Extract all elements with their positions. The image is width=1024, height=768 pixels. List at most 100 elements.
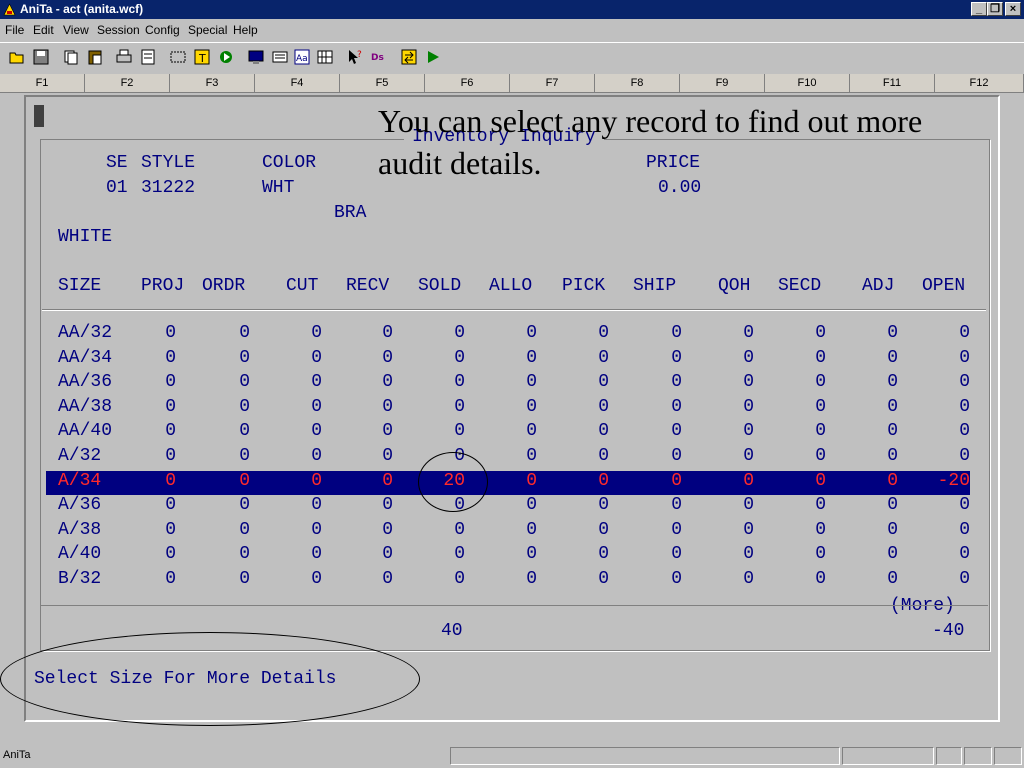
cell-ordr: 0: [239, 519, 250, 540]
cell-qoh: 0: [743, 446, 754, 466]
fkey-f9[interactable]: F9: [680, 74, 765, 92]
run-icon[interactable]: [216, 47, 236, 67]
fkey-f7[interactable]: F7: [510, 74, 595, 92]
cell-size[interactable]: AA/38: [58, 397, 112, 417]
cell-proj: 0: [165, 421, 176, 442]
style-value: 31222: [141, 178, 196, 198]
table-row[interactable]: B/32 0 0 0 0 0 0 0 0 0 0 0 0: [46, 569, 970, 593]
anita-app-icon[interactable]: [3, 3, 16, 16]
cell-cut: 0: [311, 544, 322, 565]
cell-open: 0: [959, 519, 970, 540]
menu-file[interactable]: File: [5, 23, 24, 37]
color-label: COLOR: [262, 153, 317, 173]
svg-text:T: T: [198, 52, 206, 65]
table-row[interactable]: AA/38 0 0 0 0 0 0 0 0 0 0 0 0: [46, 397, 970, 421]
minimize-button[interactable]: _: [971, 2, 987, 16]
table-row[interactable]: A/40 0 0 0 0 0 0 0 0 0 0 0 0: [46, 544, 970, 568]
cell-proj: 0: [165, 323, 176, 343]
fkey-f3[interactable]: F3: [170, 74, 255, 92]
annotation-text: You can select any record to find out mo…: [378, 103, 923, 181]
close-button[interactable]: ×: [1005, 2, 1021, 16]
cell-qoh: 0: [743, 421, 754, 442]
header-separator: [42, 309, 986, 311]
menu-help[interactable]: Help: [233, 23, 258, 37]
text-icon[interactable]: T: [192, 47, 212, 67]
play-icon[interactable]: [423, 47, 443, 67]
cell-secd: 0: [815, 323, 826, 343]
color-description: WHITE: [58, 227, 113, 247]
cell-size[interactable]: A/36: [58, 495, 101, 515]
cell-qoh: 0: [743, 396, 754, 417]
cell-cut: 0: [311, 396, 322, 417]
menu-view[interactable]: View: [63, 23, 89, 37]
cell-proj: 0: [165, 495, 176, 516]
open-icon[interactable]: [7, 47, 27, 67]
fkey-f2[interactable]: F2: [85, 74, 170, 92]
fkey-f12[interactable]: F12: [935, 74, 1024, 92]
terminal-icon[interactable]: [246, 47, 266, 67]
capture-icon[interactable]: [168, 47, 188, 67]
cell-qoh: 0: [743, 347, 754, 368]
cell-size[interactable]: A/34: [58, 471, 101, 491]
cell-secd: 0: [815, 544, 826, 565]
cell-ship: 0: [671, 396, 682, 417]
print-setup-icon[interactable]: [138, 47, 158, 67]
cell-qoh: 0: [743, 519, 754, 540]
cell-cut: 0: [311, 372, 322, 393]
cell-size[interactable]: A/40: [58, 544, 101, 564]
cell-sold: 0: [454, 569, 465, 589]
font-icon[interactable]: Aa: [292, 47, 312, 67]
cell-sold: 0: [454, 421, 465, 442]
terminal-screen[interactable]: Inventory Inquiry SE STYLE COLOR PRICE 0…: [24, 95, 1000, 722]
cell-ordr: 0: [239, 569, 250, 589]
transfer-icon[interactable]: [399, 47, 419, 67]
fkey-f1[interactable]: F1: [0, 74, 85, 92]
cell-size[interactable]: A/32: [58, 446, 101, 466]
fkey-f10[interactable]: F10: [765, 74, 850, 92]
cell-secd: 0: [815, 347, 826, 368]
menu-session[interactable]: Session: [97, 23, 140, 37]
menu-edit[interactable]: Edit: [33, 23, 54, 37]
window-title: AniTa - act (anita.wcf): [20, 2, 144, 16]
cell-cut: 0: [311, 519, 322, 540]
column-header-qoh: QOH: [718, 276, 751, 296]
paste-icon[interactable]: [85, 47, 105, 67]
restore-button[interactable]: ❐: [987, 2, 1003, 16]
cell-proj: 0: [165, 569, 176, 589]
cell-size[interactable]: AA/34: [58, 348, 112, 368]
menu-special[interactable]: Special: [188, 23, 227, 37]
cell-allo: 0: [526, 470, 537, 491]
column-header-recv: RECV: [346, 276, 390, 296]
dos-icon[interactable]: Ds: [369, 47, 389, 67]
cell-open: 0: [959, 544, 970, 565]
fkey-f4[interactable]: F4: [255, 74, 340, 92]
cell-size[interactable]: AA/40: [58, 421, 112, 441]
cell-size[interactable]: B/32: [58, 569, 101, 589]
print-icon[interactable]: [114, 47, 134, 67]
table-row[interactable]: A/38 0 0 0 0 0 0 0 0 0 0 0 0: [46, 520, 970, 544]
cell-recv: 0: [382, 372, 393, 393]
menu-config[interactable]: Config: [145, 23, 180, 37]
table-row[interactable]: A/32 0 0 0 0 0 0 0 0 0 0 0 0: [46, 446, 970, 470]
cell-open: 0: [959, 421, 970, 442]
cell-proj: 0: [165, 396, 176, 417]
grid-icon[interactable]: [315, 47, 335, 67]
fkey-f5[interactable]: F5: [340, 74, 425, 92]
table-row[interactable]: AA/40 0 0 0 0 0 0 0 0 0 0 0 0: [46, 421, 970, 445]
copy-icon[interactable]: [61, 47, 81, 67]
column-header-open: OPEN: [922, 276, 966, 296]
table-row[interactable]: AA/36 0 0 0 0 0 0 0 0 0 0 0 0: [46, 372, 970, 396]
table-row[interactable]: AA/32 0 0 0 0 0 0 0 0 0 0 0 0: [46, 323, 970, 347]
fkey-f6[interactable]: F6: [425, 74, 510, 92]
table-row-selected[interactable]: A/34 0 0 0 0 20 0 0 0 0 0 0 -20: [46, 470, 970, 495]
save-icon[interactable]: [31, 47, 51, 67]
fkey-f11[interactable]: F11: [850, 74, 935, 92]
help-icon[interactable]: ?: [345, 47, 365, 67]
cell-size[interactable]: AA/36: [58, 372, 112, 392]
keyboard-icon[interactable]: [270, 47, 290, 67]
cell-size[interactable]: AA/32: [58, 323, 112, 343]
fkey-f8[interactable]: F8: [595, 74, 680, 92]
table-row[interactable]: AA/34 0 0 0 0 0 0 0 0 0 0 0 0: [46, 348, 970, 372]
cell-size[interactable]: A/38: [58, 520, 101, 540]
table-row[interactable]: A/36 0 0 0 0 0 0 0 0 0 0 0 0: [46, 495, 970, 519]
